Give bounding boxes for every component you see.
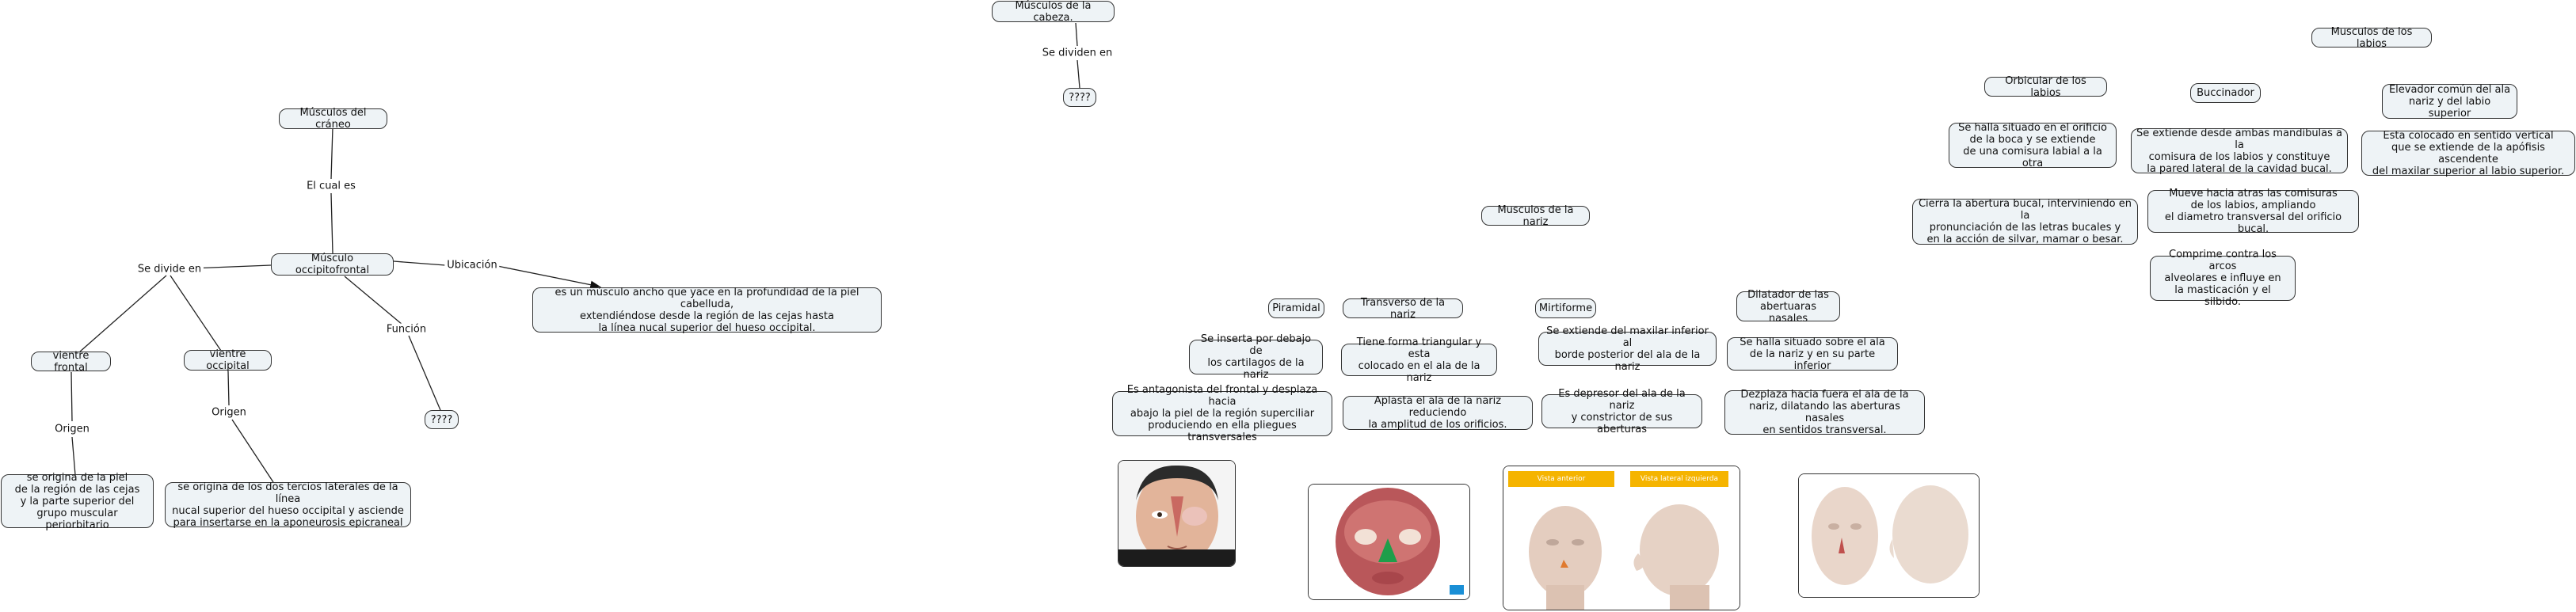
link-ubicacion: Ubicación: [444, 259, 500, 272]
line-cabeza-label: [1075, 22, 1078, 47]
line-sedivide-occipital: [170, 275, 222, 352]
tag-lateral: Vista lateral izquierda: [1630, 471, 1728, 487]
zoom-badge[interactable]: [1450, 585, 1464, 595]
node-orbicular-funcion[interactable]: Cierra la abertura bucal, interviniendo …: [1912, 198, 2138, 245]
node-transverso-forma[interactable]: Tiene forma triangular y esta colocado e…: [1341, 336, 1497, 384]
node-ubicacion-descripcion[interactable]: es un músculo ancho que yace en la profu…: [532, 287, 882, 334]
node-vientre-occipital[interactable]: vientre occipital: [184, 348, 272, 372]
node-mirtiforme[interactable]: Mirtiforme: [1535, 298, 1596, 318]
face-photo-illustration: [1118, 461, 1235, 566]
node-buccinador-funcion-1[interactable]: Mueve hacia atras las comisuras de los l…: [2147, 188, 2359, 235]
node-vientre-frontal[interactable]: vientre frontal: [31, 350, 111, 374]
node-transverso-nariz[interactable]: Transverso de la nariz: [1343, 297, 1463, 321]
node-buccinador[interactable]: Buccinador: [2190, 83, 2261, 103]
line-craneo-label: [330, 127, 333, 180]
node-musculos-nariz[interactable]: Musculos de la nariz: [1481, 204, 1590, 228]
node-unknown-funcion[interactable]: ????: [425, 410, 459, 429]
line-occipital-origen: [227, 371, 230, 406]
line-occ-ubicacion: [393, 260, 446, 266]
face-photo-image: [1118, 460, 1236, 567]
line-sedivide-frontal: [79, 275, 167, 352]
facial-muscles-image: [1308, 484, 1470, 600]
link-funcion: Función: [383, 323, 429, 336]
node-transverso-funcion[interactable]: Aplasta el ala de la nariz reduciendo la…: [1343, 395, 1533, 431]
line-origen-desc-1: [71, 436, 76, 476]
tag-anterior: Vista anterior: [1508, 471, 1614, 487]
link-origen-occipital: Origen: [209, 406, 249, 419]
node-piramidal-insercion[interactable]: Se inserta por debajo de los cartilagos …: [1189, 333, 1323, 381]
node-elevador-ubicacion[interactable]: Esta colocado en sentido vertical que se…: [2361, 130, 2575, 177]
node-elevador-comun[interactable]: Elevador común del ala nariz y del labio…: [2382, 84, 2517, 120]
node-piramidal-funcion[interactable]: Es antagonista del frontal y desplaza ha…: [1112, 384, 1332, 443]
node-musculo-occipitofrontal[interactable]: Músculo occipitofrontal: [271, 253, 394, 276]
node-mirtiforme-extension[interactable]: Se extiende del maxilar inferior al bord…: [1538, 325, 1717, 373]
anatomy-heads-image: [1798, 473, 1980, 598]
node-orbicular-labios[interactable]: Orbicular de los labios: [1984, 75, 2107, 99]
line-origen-desc-2: [231, 419, 274, 483]
line-frontal-origen: [70, 371, 73, 422]
node-dilatador-funcion[interactable]: Dezplaza hacia fuera el ala de la nariz,…: [1724, 389, 1925, 436]
line-occ-funcion: [344, 276, 403, 325]
head-views-illustration: [1503, 466, 1740, 610]
node-origen-frontal-descripcion[interactable]: se origina de la piel de la región de la…: [1, 472, 154, 531]
node-unknown-top[interactable]: ????: [1063, 88, 1096, 107]
arrow-ubicacion-desc: [497, 265, 601, 289]
node-mirtiforme-funcion[interactable]: Es depresor del ala de la nariz y constr…: [1541, 388, 1702, 435]
link-el-cual-es: El cual es: [304, 180, 358, 192]
line-funcion-q: [408, 335, 441, 411]
facial-muscles-illustration: [1309, 485, 1469, 599]
node-dilatador[interactable]: Dilatador de las abertuaras nasales: [1736, 289, 1840, 325]
node-dilatador-ubicacion[interactable]: Se halla situado sobre el ala de la nari…: [1727, 336, 1898, 372]
line-label-occipitofrontal: [330, 192, 333, 254]
node-origen-occipital-descripcion[interactable]: se origina de los dos tercios laterales …: [165, 481, 411, 529]
node-musculos-labios[interactable]: Musculos de los labios: [2311, 26, 2432, 50]
anatomy-heads-illustration: [1799, 474, 1979, 597]
link-se-dividen-en: Se dividen en: [1039, 47, 1115, 59]
node-piramidal[interactable]: Piramidal: [1268, 298, 1324, 318]
link-origen-frontal: Origen: [52, 423, 92, 435]
node-buccinador-funcion-2[interactable]: Comprime contra los arcos alveolares e i…: [2150, 249, 2296, 308]
head-views-image: Vista anterior Vista lateral izquierda: [1503, 466, 1740, 610]
node-musculos-craneo[interactable]: Músculos del cráneo: [279, 107, 387, 131]
node-buccinador-extension[interactable]: Se extiende desde ambas mandibulas a la …: [2131, 127, 2348, 175]
line-label-q-top: [1077, 59, 1080, 89]
node-musculos-cabeza[interactable]: Músculos de la cabeza.: [992, 0, 1115, 24]
node-orbicular-ubicacion[interactable]: Se halla situado en el orificio de la bo…: [1949, 122, 2117, 169]
link-se-divide-en: Se divide en: [135, 263, 204, 276]
